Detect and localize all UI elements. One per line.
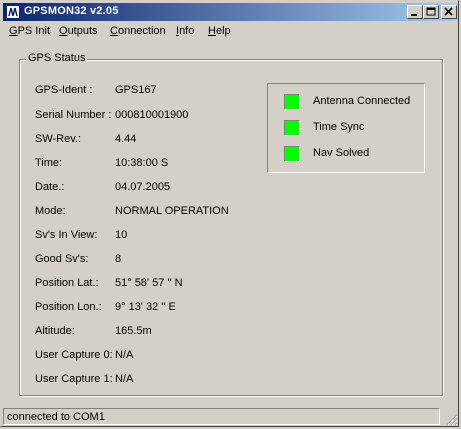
field-value-sw-rev: 4.44 (115, 133, 137, 145)
connection-status-text: connected to COM1 (7, 411, 105, 423)
status-bar: connected to COM1 (3, 408, 458, 426)
field-value-svs-in-view: 10 (115, 229, 128, 241)
field-value-serial: 000810001900 (115, 109, 189, 121)
field-value-user-capture-1: N/A (115, 373, 134, 385)
field-label-lon: Position Lon.: (35, 301, 102, 313)
menu-info[interactable]: Info (176, 25, 194, 37)
field-label-lat: Position Lat.: (35, 277, 99, 289)
field-label-good-svs: Good Sv's: (35, 253, 89, 265)
maximize-button[interactable] (423, 5, 439, 19)
indicator-label-antenna: Antenna Connected (313, 95, 411, 107)
menu-bar: GPS Init Outputs Connection Info Help (3, 22, 458, 41)
menu-gps-init[interactable]: GPS Init (9, 25, 50, 37)
indicator-label-nav-solved: Nav Solved (313, 147, 370, 159)
status-pane: connected to COM1 (3, 408, 440, 425)
time-sync-led (284, 120, 300, 136)
field-label-date: Date.: (35, 181, 65, 193)
field-value-date: 04.07.2005 (115, 181, 171, 193)
field-label-time: Time: (35, 157, 63, 169)
main-window: GPSMON32 v2.05 GPS Init Outputs Connecti… (0, 0, 459, 427)
close-icon (444, 7, 453, 16)
field-value-good-svs: 8 (115, 253, 122, 265)
field-label-sw-rev: SW-Rev.: (35, 133, 82, 145)
title-bar[interactable]: GPSMON32 v2.05 (3, 3, 458, 21)
field-label-altitude: Altitude: (35, 325, 75, 337)
field-label-user-capture-1: User Capture 1: (35, 373, 113, 385)
field-value-time: 10:38:00 S (115, 157, 169, 169)
maximize-icon (426, 7, 436, 16)
window-title: GPSMON32 v2.05 (24, 5, 119, 17)
field-label-mode: Mode: (35, 205, 66, 217)
minimize-icon (411, 14, 417, 16)
field-value-lat: 51° 58' 57 '' N (115, 277, 183, 289)
indicator-label-time-sync: Time Sync (313, 121, 365, 133)
field-label-user-capture-0: User Capture 0: (35, 349, 113, 361)
field-value-altitude: 165.5m (115, 325, 152, 337)
field-label-serial: Serial Number : (35, 109, 112, 121)
field-value-gps-ident: GPS167 (115, 84, 157, 96)
field-value-mode: NORMAL OPERATION (115, 205, 229, 217)
resize-grip-icon[interactable] (444, 412, 458, 426)
close-button[interactable] (441, 5, 457, 19)
field-value-lon: 9° 13' 32 '' E (115, 301, 176, 313)
menu-outputs[interactable]: Outputs (59, 25, 98, 37)
field-label-gps-ident: GPS-Ident : (35, 84, 93, 96)
antenna-connected-led (284, 94, 300, 110)
menu-help[interactable]: Help (208, 25, 231, 37)
minimize-button[interactable] (407, 5, 423, 19)
menu-connection[interactable]: Connection (110, 25, 166, 37)
gpsmon-app-icon[interactable] (6, 5, 20, 19)
group-title: GPS Status (26, 52, 88, 64)
field-label-svs-in-view: Sv's In View: (35, 229, 98, 241)
nav-solved-led (284, 146, 300, 162)
field-value-user-capture-0: N/A (115, 349, 134, 361)
